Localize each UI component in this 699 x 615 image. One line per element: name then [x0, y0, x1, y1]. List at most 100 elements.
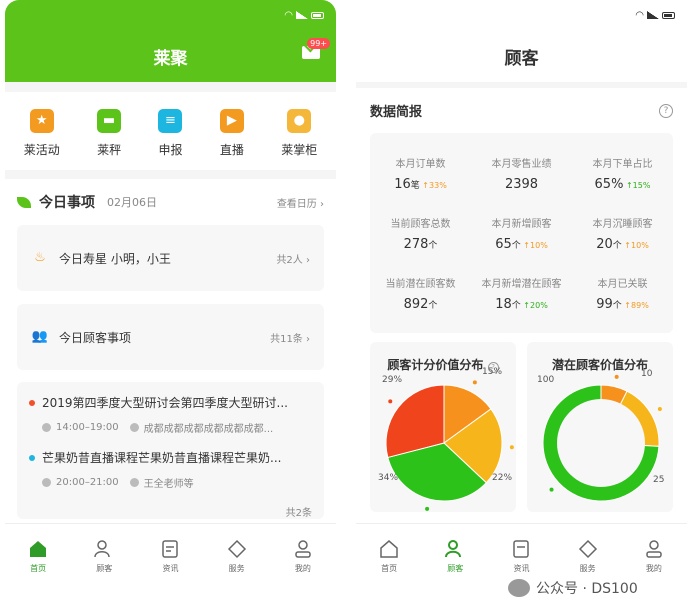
- app-lai-activity[interactable]: ★ 莱活动: [23, 108, 60, 158]
- home-header: ◠ 莱聚 99+: [5, 0, 336, 82]
- app-live[interactable]: ▶ 直播: [219, 108, 244, 158]
- tab-customers[interactable]: 顾客: [445, 539, 465, 574]
- trend-up-icon: ↑89%: [621, 300, 649, 310]
- stat-label: 当前潜在顾客数: [385, 278, 456, 290]
- label-dot: [425, 506, 430, 511]
- tab-home[interactable]: 首页: [379, 539, 399, 574]
- tab-news[interactable]: 资讯: [160, 539, 180, 574]
- cake-icon: ♨: [34, 250, 46, 265]
- stat-value: 892个: [403, 296, 438, 312]
- stat-cell: 本月订单数 16笔 ↑33%: [370, 143, 471, 203]
- app-lai-scale[interactable]: ▬ 莱秤: [97, 108, 122, 158]
- event-dot: [29, 454, 35, 461]
- stat-unit: 个: [511, 300, 521, 311]
- app-label: 申报: [158, 142, 183, 157]
- stat-value: 20个 ↑10%: [596, 236, 649, 252]
- slice-label: 10: [641, 369, 653, 379]
- stat-cell: 当前潜在顾客数 892个: [370, 263, 471, 323]
- potential-value-chart: 潜在顾客价值分布 10 25 100: [527, 342, 673, 512]
- stat-cell: 本月零售业绩 2398: [471, 143, 572, 203]
- app-label: 莱活动: [23, 142, 60, 157]
- app-shopkeeper[interactable]: ● 莱掌柜: [281, 108, 317, 158]
- stat-cell: 本月已关联 99个 ↑89%: [572, 263, 673, 323]
- section-title: 今日事项: [39, 195, 95, 211]
- app-grid: ★ 莱活动 ▬ 莱秤 ≡ 申报 ▶ 直播 ● 莱掌柜: [5, 92, 336, 170]
- event-place: 王全老师等: [143, 479, 194, 490]
- section-date: 02月06日: [107, 196, 157, 209]
- star-icon: ★: [29, 108, 54, 133]
- stats-grid: 本月订单数 16笔 ↑33% 本月零售业绩 2398 本月下单占比 65% ↑15% 当前顾…: [370, 133, 673, 333]
- birthday-count: 共2人: [276, 254, 303, 266]
- events-card[interactable]: 2019第四季度大型研讨会第四季度大型研讨... 14:00–19:00 成都成都…: [17, 382, 324, 519]
- stat-value: 278个: [403, 236, 438, 252]
- stat-cell: 本月沉睡顾客 20个 ↑10%: [572, 203, 673, 263]
- donut-hole: [557, 399, 645, 487]
- tab-home[interactable]: 首页: [28, 539, 48, 574]
- stat-cell: 当前顾客总数 278个: [370, 203, 471, 263]
- app-label: 莱秤: [97, 142, 122, 157]
- stat-unit: 个: [428, 240, 438, 251]
- page-title: 顾客: [504, 48, 539, 69]
- tab-label: 顾客: [447, 563, 464, 573]
- battery-icon: [311, 11, 324, 19]
- tab-news[interactable]: 资讯: [511, 539, 531, 574]
- tab-customers[interactable]: 顾客: [94, 539, 114, 574]
- clipboard-icon: ≡: [158, 108, 183, 133]
- trend-up-icon: ↑10%: [621, 240, 649, 250]
- label-dot: [388, 399, 393, 404]
- event-dot: [29, 399, 35, 406]
- slice-label: 34%: [378, 473, 398, 483]
- wechat-icon: [508, 579, 530, 597]
- view-calendar-link[interactable]: 查看日历 ›: [277, 195, 324, 210]
- stat-label: 本月已关联: [597, 278, 648, 290]
- trend-up-icon: ↑15%: [623, 180, 651, 190]
- stat-value: 65个 ↑10%: [495, 236, 548, 252]
- tab-label: 服务: [228, 563, 245, 573]
- donut-chart: 10 25 100: [537, 369, 664, 502]
- tab-label: 资讯: [162, 563, 179, 573]
- tab-profile[interactable]: 我的: [293, 539, 313, 574]
- person-icon: [646, 539, 662, 558]
- event-time: 14:00–19:00: [56, 422, 119, 433]
- section-title: 数据简报: [370, 105, 423, 120]
- help-icon[interactable]: ?: [659, 103, 673, 118]
- slice-label: 100: [537, 375, 554, 385]
- document-icon: [162, 539, 179, 558]
- live-icon: ▶: [219, 108, 244, 133]
- label-dot: [657, 407, 662, 411]
- stat-cell: 本月新增顾客 65个 ↑10%: [471, 203, 572, 263]
- stat-cell: 本月下单占比 65% ↑15%: [572, 143, 673, 203]
- tab-label: 资讯: [513, 563, 530, 573]
- trend-up-icon: ↑10%: [520, 240, 548, 250]
- pie-chart: 15% 22% 34% 29%: [378, 367, 514, 511]
- list-item[interactable]: 芒果奶昔直播课程芒果奶昔直播课程芒果奶... 20:00–21:00 王全老师等: [29, 449, 312, 490]
- slice-label: 25: [653, 475, 664, 485]
- stat-value: 2398: [504, 176, 539, 192]
- stat-unit: 笔: [410, 180, 420, 191]
- tab-label: 我的: [645, 563, 662, 573]
- watermark-text: 公众号 · DS100: [536, 581, 638, 597]
- customer-matters-card[interactable]: 👥 今日顾客事项 共11条 ›: [17, 304, 324, 370]
- app-declare[interactable]: ≡ 申报: [158, 108, 183, 158]
- user-icon: ●: [287, 108, 312, 133]
- stat-label: 本月新增潜在顾客: [481, 278, 562, 290]
- tab-label: 服务: [579, 563, 596, 573]
- tab-label: 顾客: [96, 563, 113, 573]
- battery-icon: [662, 11, 675, 19]
- users-icon: 👥: [31, 329, 49, 344]
- tab-label: 首页: [381, 563, 398, 573]
- tab-services[interactable]: 服务: [578, 539, 598, 574]
- birthday-card[interactable]: ♨ 今日寿星 小明，小王 共2人 ›: [17, 225, 324, 291]
- clock-icon: [42, 478, 51, 487]
- label-dot: [509, 445, 514, 450]
- tab-services[interactable]: 服务: [227, 539, 247, 574]
- leaf-icon: [17, 196, 31, 208]
- list-item[interactable]: 2019第四季度大型研讨会第四季度大型研讨... 14:00–19:00 成都成都…: [29, 394, 312, 435]
- tab-label: 我的: [294, 563, 311, 573]
- users-icon: [94, 539, 111, 557]
- events-count: 共2条: [285, 508, 312, 519]
- scale-icon: ▬: [97, 108, 122, 133]
- mail-icon[interactable]: 99+: [302, 38, 330, 59]
- users-icon: [445, 539, 462, 557]
- tab-profile[interactable]: 我的: [644, 539, 664, 574]
